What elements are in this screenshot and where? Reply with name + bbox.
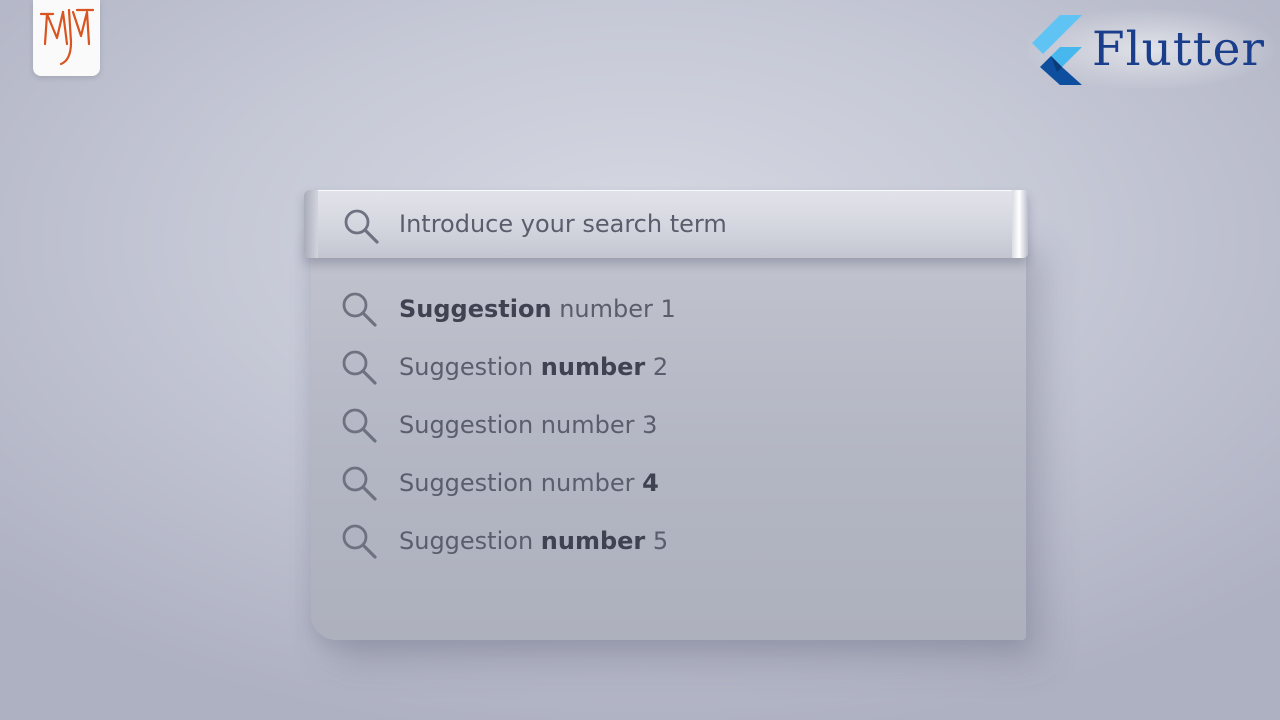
search-input[interactable] — [399, 204, 999, 244]
suggestion-text-part: number 1 — [551, 295, 676, 323]
search-icon — [342, 524, 377, 559]
flutter-logo-icon — [1032, 15, 1082, 85]
suggestion-item[interactable]: Suggestion number 2 — [340, 338, 1000, 396]
suggestion-text-part: Suggestion — [399, 353, 541, 381]
flutter-wordmark: Flutter — [1092, 22, 1265, 77]
suggestion-item[interactable]: Suggestion number 1 — [340, 280, 1000, 338]
suggestion-match-highlight: number — [540, 353, 646, 381]
suggestion-item[interactable]: Suggestion number 5 — [340, 512, 1000, 570]
suggestion-match-highlight: number — [540, 527, 646, 555]
suggestion-label: Suggestion number 3 — [399, 411, 657, 439]
suggestion-text-part: 5 — [645, 527, 669, 555]
suggestion-text-part: Suggestion number 3 — [399, 411, 658, 439]
flutter-brand: Flutter — [1028, 10, 1273, 88]
suggestion-item[interactable]: Suggestion number 4 — [340, 454, 1000, 512]
suggestion-text-part: 2 — [645, 353, 669, 381]
suggestion-item[interactable]: Suggestion number 3 — [340, 396, 1000, 454]
search-icon — [342, 350, 377, 385]
suggestion-match-highlight: Suggestion — [399, 295, 552, 323]
search-icon — [342, 292, 377, 327]
suggestion-text-part: Suggestion — [399, 527, 541, 555]
search-icon — [342, 408, 377, 443]
search-icon — [344, 209, 379, 244]
suggestion-label: Suggestion number 5 — [399, 527, 668, 555]
search-bar[interactable] — [304, 190, 1028, 258]
suggestion-text-part: Suggestion number — [399, 469, 643, 497]
suggestion-match-highlight: 4 — [642, 469, 659, 497]
search-icon — [342, 466, 377, 501]
suggestion-label: Suggestion number 1 — [399, 295, 676, 323]
suggestion-label: Suggestion number 4 — [399, 469, 659, 497]
suggestions-list: Suggestion number 1 Suggestion number 2 Su… — [340, 280, 1000, 570]
mj-monogram-icon — [39, 8, 95, 66]
suggestion-label: Suggestion number 2 — [399, 353, 668, 381]
mj-logo — [33, 0, 100, 76]
